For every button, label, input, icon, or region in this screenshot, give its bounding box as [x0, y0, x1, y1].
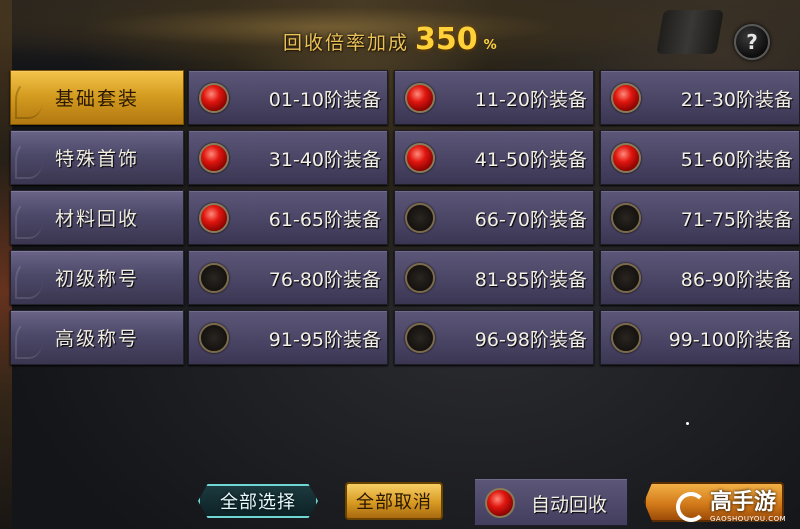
equipment-option[interactable]: 61-65阶装备	[188, 190, 388, 245]
site-watermark: 高手游 GAOSHOUYOU.COM	[676, 484, 800, 529]
radio-dot-icon	[199, 203, 229, 233]
radio-dot-icon	[405, 323, 435, 353]
radio-dot-icon	[199, 143, 229, 173]
equipment-option[interactable]: 81-85阶装备	[394, 250, 594, 305]
equipment-option[interactable]: 96-98阶装备	[394, 310, 594, 365]
recycle-rate-value: 350	[415, 22, 478, 57]
cancel-all-label: 全部取消	[356, 492, 432, 513]
radio-dot-icon	[405, 143, 435, 173]
tab-senior-title[interactable]: 高级称号	[10, 310, 184, 365]
equipment-label: 31-40阶装备	[268, 149, 381, 171]
decorative-pillar	[656, 10, 724, 54]
question-icon: ?	[746, 30, 758, 54]
tab-special-jewelry[interactable]: 特殊首饰	[10, 130, 184, 185]
equipment-option[interactable]: 41-50阶装备	[394, 130, 594, 185]
equipment-option[interactable]: 11-20阶装备	[394, 70, 594, 125]
tab-junior-title[interactable]: 初级称号	[10, 250, 184, 305]
equipment-option[interactable]: 86-90阶装备	[600, 250, 800, 305]
watermark-text: 高手游 GAOSHOUYOU.COM	[710, 489, 787, 523]
equipment-label: 41-50阶装备	[474, 149, 587, 171]
equipment-label: 76-80阶装备	[268, 269, 381, 291]
help-button[interactable]: ?	[734, 24, 770, 60]
equipment-label: 01-10阶装备	[268, 89, 381, 111]
equipment-label: 21-30阶装备	[680, 89, 793, 111]
recycle-rate-label: 回收倍率加成	[283, 32, 410, 54]
radio-dot-icon	[405, 263, 435, 293]
select-all-label: 全部选择	[220, 492, 296, 513]
equipment-option[interactable]: 51-60阶装备	[600, 130, 800, 185]
watermark-logo-icon	[676, 491, 706, 522]
equipment-option[interactable]: 99-100阶装备	[600, 310, 800, 365]
category-sidebar: 基础套装 特殊首饰 材料回收 初级称号 高级称号	[10, 70, 184, 370]
tab-label: 特殊首饰	[54, 148, 139, 170]
cancel-all-button[interactable]: 全部取消	[345, 482, 443, 520]
equipment-option[interactable]: 66-70阶装备	[394, 190, 594, 245]
equipment-option[interactable]: 01-10阶装备	[188, 70, 388, 125]
equipment-option[interactable]: 31-40阶装备	[188, 130, 388, 185]
radio-dot-icon	[611, 143, 641, 173]
sparkle-decoration	[686, 422, 689, 425]
recycle-rate-title: 回收倍率加成 350 %	[283, 22, 497, 57]
recycle-rate-unit: %	[483, 38, 497, 53]
equipment-grid: 01-10阶装备 11-20阶装备 21-30阶装备 31-40阶装备 41-5…	[188, 70, 800, 365]
radio-dot-icon	[199, 323, 229, 353]
auto-recycle-toggle[interactable]: 自动回收	[474, 478, 628, 526]
auto-recycle-label: 自动回收	[531, 493, 608, 516]
radio-dot-icon	[611, 203, 641, 233]
equipment-label: 66-70阶装备	[474, 209, 587, 231]
tab-label: 高级称号	[54, 328, 139, 350]
watermark-main: 高手游	[710, 489, 777, 515]
radio-dot-icon	[405, 203, 435, 233]
radio-dot-icon	[199, 263, 229, 293]
equipment-option[interactable]: 21-30阶装备	[600, 70, 800, 125]
equipment-label: 99-100阶装备	[668, 329, 793, 351]
radio-dot-icon	[199, 83, 229, 113]
equipment-label: 11-20阶装备	[474, 89, 587, 111]
equipment-label: 96-98阶装备	[474, 329, 587, 351]
radio-dot-icon	[611, 263, 641, 293]
tab-label: 基础套装	[54, 88, 139, 110]
equipment-label: 81-85阶装备	[474, 269, 587, 291]
watermark-sub: GAOSHOUYOU.COM	[710, 514, 787, 523]
radio-dot-icon	[405, 83, 435, 113]
radio-dot-icon	[485, 488, 515, 518]
equipment-label: 51-60阶装备	[680, 149, 793, 171]
radio-dot-icon	[611, 323, 641, 353]
equipment-option[interactable]: 91-95阶装备	[188, 310, 388, 365]
select-all-button[interactable]: 全部选择	[198, 484, 318, 518]
tab-label: 材料回收	[54, 208, 139, 230]
tab-material-recycle[interactable]: 材料回收	[10, 190, 184, 245]
equipment-option[interactable]: 71-75阶装备	[600, 190, 800, 245]
equipment-label: 61-65阶装备	[268, 209, 381, 231]
equipment-label: 91-95阶装备	[268, 329, 381, 351]
equipment-option[interactable]: 76-80阶装备	[188, 250, 388, 305]
equipment-label: 86-90阶装备	[680, 269, 793, 291]
equipment-label: 71-75阶装备	[680, 209, 793, 231]
tab-basic-set[interactable]: 基础套装	[10, 70, 184, 125]
radio-dot-icon	[611, 83, 641, 113]
tab-label: 初级称号	[54, 268, 139, 290]
